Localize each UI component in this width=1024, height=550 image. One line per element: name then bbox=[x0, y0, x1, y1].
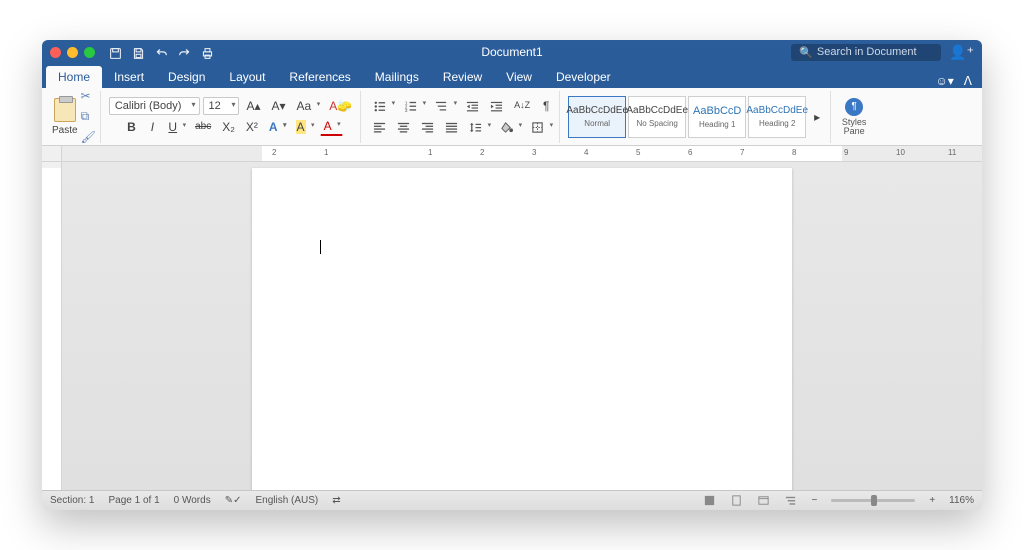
italic-button[interactable]: I bbox=[143, 118, 161, 136]
underline-button[interactable]: U bbox=[164, 118, 188, 136]
undo-icon[interactable] bbox=[155, 44, 168, 59]
page-area[interactable] bbox=[62, 162, 982, 490]
text-effects-button[interactable]: A bbox=[265, 118, 289, 136]
multilevel-list-button[interactable] bbox=[431, 96, 459, 115]
ribbon: Paste ✂ ⧉ 🖌 Calibri (Body) 12 A▴ A▾ Aa A… bbox=[42, 88, 982, 146]
cut-icon[interactable]: ✂ bbox=[81, 89, 96, 103]
horizontal-ruler[interactable]: 21123456789101112131415161718 bbox=[42, 146, 982, 162]
status-page[interactable]: Page 1 of 1 bbox=[108, 495, 159, 506]
borders-button[interactable] bbox=[527, 118, 555, 137]
shading-button[interactable] bbox=[496, 118, 524, 137]
page[interactable] bbox=[252, 168, 792, 490]
ribbon-tabs: Home Insert Design Layout References Mai… bbox=[42, 64, 982, 88]
pilcrow-icon: ¶ bbox=[845, 98, 863, 116]
tab-view[interactable]: View bbox=[494, 66, 544, 88]
collapse-ribbon-icon[interactable]: ᐱ bbox=[964, 74, 972, 88]
search-placeholder: Search in Document bbox=[817, 46, 917, 58]
bullets-button[interactable] bbox=[369, 96, 397, 115]
quick-access-toolbar bbox=[109, 44, 214, 59]
font-size-select[interactable]: 12 bbox=[203, 97, 239, 115]
align-left-button[interactable] bbox=[369, 118, 390, 137]
styles-pane-button[interactable]: ¶ Styles Pane bbox=[839, 98, 869, 136]
align-center-button[interactable] bbox=[393, 118, 414, 137]
tab-review[interactable]: Review bbox=[431, 66, 494, 88]
search-input[interactable]: 🔍 Search in Document bbox=[791, 44, 941, 61]
app-window: Document1 🔍 Search in Document 👤⁺ Home I… bbox=[42, 40, 982, 510]
tab-design[interactable]: Design bbox=[156, 66, 217, 88]
window-controls bbox=[50, 47, 95, 58]
increase-indent-button[interactable] bbox=[486, 96, 507, 115]
subscript-button[interactable]: X₂ bbox=[218, 118, 239, 136]
shrink-font-button[interactable]: A▾ bbox=[267, 97, 289, 115]
titlebar: Document1 🔍 Search in Document 👤⁺ bbox=[42, 40, 982, 64]
bold-button[interactable]: B bbox=[122, 118, 140, 136]
vertical-ruler[interactable] bbox=[42, 162, 62, 490]
clipboard-group: Paste ✂ ⧉ 🖌 bbox=[48, 91, 101, 143]
document-title: Document1 bbox=[481, 45, 542, 59]
zoom-slider[interactable] bbox=[831, 499, 915, 502]
paste-label: Paste bbox=[52, 125, 78, 136]
focus-mode-icon[interactable] bbox=[703, 494, 716, 507]
align-right-button[interactable] bbox=[417, 118, 438, 137]
paste-icon[interactable] bbox=[54, 98, 76, 122]
format-painter-icon[interactable]: 🖌 bbox=[81, 130, 96, 144]
strikethrough-button[interactable]: abc bbox=[191, 119, 215, 135]
spellcheck-icon[interactable]: ✎✓ bbox=[225, 495, 242, 506]
redo-icon[interactable] bbox=[178, 44, 191, 59]
paragraph-group: 123 A↓Z ¶ bbox=[365, 91, 560, 143]
svg-text:3: 3 bbox=[405, 108, 408, 113]
save-icon[interactable] bbox=[132, 44, 145, 59]
line-spacing-button[interactable] bbox=[465, 118, 493, 137]
zoom-level[interactable]: 116% bbox=[949, 495, 974, 506]
tab-insert[interactable]: Insert bbox=[102, 66, 156, 88]
zoom-in-button[interactable]: + bbox=[929, 495, 935, 506]
tab-developer[interactable]: Developer bbox=[544, 66, 623, 88]
highlight-button[interactable]: A bbox=[292, 118, 317, 136]
status-language[interactable]: English (AUS) bbox=[255, 495, 318, 506]
styles-group: AaBbCcDdEe Normal AaBbCcDdEe No Spacing … bbox=[564, 91, 831, 143]
tab-references[interactable]: References bbox=[277, 66, 362, 88]
justify-button[interactable] bbox=[441, 118, 462, 137]
decrease-indent-button[interactable] bbox=[462, 96, 483, 115]
close-window-button[interactable] bbox=[50, 47, 61, 58]
clear-formatting-button[interactable]: A🧽 bbox=[325, 97, 356, 115]
tab-mailings[interactable]: Mailings bbox=[363, 66, 431, 88]
share-icon[interactable]: 👤⁺ bbox=[949, 44, 974, 61]
font-group: Calibri (Body) 12 A▴ A▾ Aa A🧽 B I U abc … bbox=[105, 91, 361, 143]
numbering-button[interactable]: 123 bbox=[400, 96, 428, 115]
sort-button[interactable]: A↓Z bbox=[510, 98, 534, 113]
search-icon: 🔍 bbox=[799, 46, 813, 59]
font-name-select[interactable]: Calibri (Body) bbox=[109, 97, 201, 115]
minimize-window-button[interactable] bbox=[67, 47, 78, 58]
web-layout-icon[interactable] bbox=[757, 494, 770, 507]
text-cursor bbox=[320, 240, 321, 254]
autosave-icon[interactable] bbox=[109, 44, 122, 59]
grow-font-button[interactable]: A▴ bbox=[242, 97, 264, 115]
style-heading-2[interactable]: AaBbCcDdEe Heading 2 bbox=[748, 96, 806, 138]
workspace bbox=[42, 162, 982, 490]
styles-more-button[interactable]: ▸ bbox=[808, 108, 826, 126]
feedback-icon[interactable]: ☺▾ bbox=[936, 74, 954, 88]
change-case-button[interactable]: Aa bbox=[293, 97, 323, 115]
style-heading-1[interactable]: AaBbCcD Heading 1 bbox=[688, 96, 746, 138]
copy-icon[interactable]: ⧉ bbox=[81, 109, 96, 124]
style-normal[interactable]: AaBbCcDdEe Normal bbox=[568, 96, 626, 138]
font-color-button[interactable]: A bbox=[320, 117, 343, 136]
show-marks-button[interactable]: ¶ bbox=[537, 97, 555, 115]
superscript-button[interactable]: X² bbox=[242, 118, 262, 136]
zoom-out-button[interactable]: − bbox=[811, 495, 817, 506]
maximize-window-button[interactable] bbox=[84, 47, 95, 58]
tab-layout[interactable]: Layout bbox=[217, 66, 277, 88]
tab-home[interactable]: Home bbox=[46, 66, 102, 88]
print-layout-icon[interactable] bbox=[730, 494, 743, 507]
styles-pane-label: Styles Pane bbox=[839, 118, 869, 136]
status-bar: Section: 1 Page 1 of 1 0 Words ✎✓ Englis… bbox=[42, 490, 982, 510]
track-changes-icon[interactable]: ⇄ bbox=[332, 495, 340, 506]
status-section[interactable]: Section: 1 bbox=[50, 495, 94, 506]
print-icon[interactable] bbox=[201, 44, 214, 59]
outline-view-icon[interactable] bbox=[784, 494, 797, 507]
style-no-spacing[interactable]: AaBbCcDdEe No Spacing bbox=[628, 96, 686, 138]
status-words[interactable]: 0 Words bbox=[174, 495, 211, 506]
styles-pane-group: ¶ Styles Pane bbox=[835, 91, 873, 143]
